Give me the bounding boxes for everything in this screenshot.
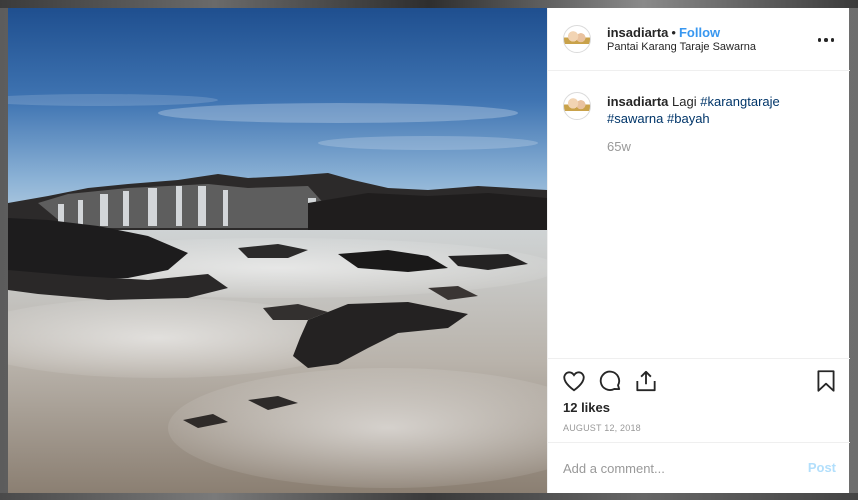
caption-username[interactable]: insadiarta bbox=[607, 94, 668, 109]
caption-avatar[interactable] bbox=[563, 92, 591, 120]
heart-icon[interactable] bbox=[561, 368, 587, 394]
username-link[interactable]: insadiarta bbox=[607, 25, 668, 40]
backdrop-thumbnails-bottom bbox=[0, 493, 858, 500]
post-details-panel: insadiarta • Follow Pantai Karang Taraje S… bbox=[547, 8, 850, 493]
comment-input[interactable] bbox=[563, 456, 793, 480]
backdrop-thumbnails-top bbox=[0, 0, 858, 8]
post-photo[interactable] bbox=[8, 8, 547, 493]
hashtag-link[interactable]: #karangtaraje bbox=[700, 94, 780, 109]
post-comment-button[interactable]: Post bbox=[808, 460, 836, 475]
add-comment-section: Post bbox=[548, 442, 850, 493]
header-user-line: insadiarta • Follow bbox=[607, 25, 720, 40]
hashtag-link[interactable]: #bayah bbox=[667, 111, 710, 126]
post-header: insadiarta • Follow Pantai Karang Taraje S… bbox=[548, 8, 850, 71]
post-date: AUGUST 12, 2018 bbox=[563, 423, 641, 433]
seascape-photo bbox=[8, 8, 547, 493]
like-count[interactable]: 12 likes bbox=[563, 400, 610, 415]
separator-dot: • bbox=[671, 25, 676, 40]
more-options-icon[interactable] bbox=[816, 30, 836, 50]
relative-timestamp[interactable]: 65w bbox=[607, 139, 631, 154]
follow-button[interactable]: Follow bbox=[679, 25, 720, 40]
caption-text: insadiarta Lagi #karangtaraje #sawarna #… bbox=[607, 93, 827, 127]
caption-body: Lagi bbox=[672, 94, 697, 109]
comment-bubble-icon[interactable] bbox=[597, 368, 623, 394]
location-link[interactable]: Pantai Karang Taraje Sawarna bbox=[607, 41, 756, 53]
hashtag-link[interactable]: #sawarna bbox=[607, 111, 663, 126]
comments-section: insadiarta Lagi #karangtaraje #sawarna #… bbox=[548, 72, 850, 357]
avatar[interactable] bbox=[563, 25, 591, 53]
action-bar bbox=[548, 358, 850, 398]
share-icon[interactable] bbox=[633, 368, 659, 394]
bookmark-icon[interactable] bbox=[813, 368, 839, 394]
